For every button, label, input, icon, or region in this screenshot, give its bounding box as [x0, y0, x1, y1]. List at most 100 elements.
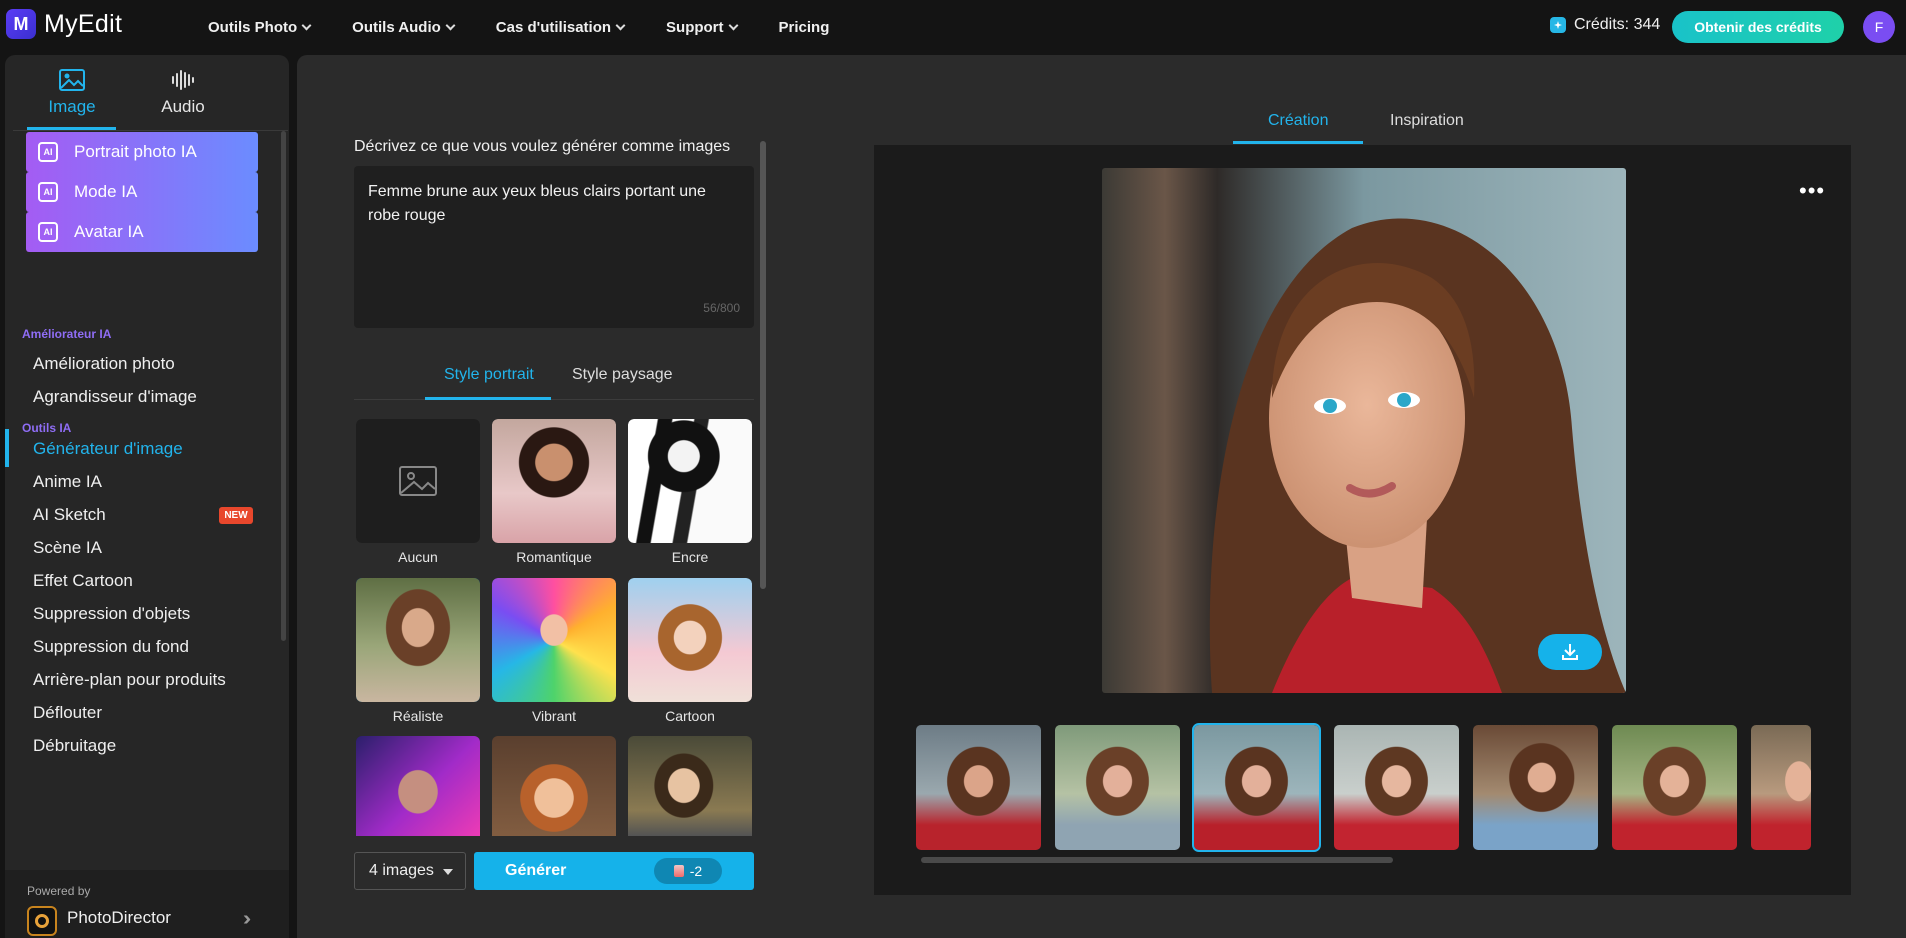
- style-label: Aucun: [398, 549, 438, 565]
- chevron-down-icon: [728, 20, 738, 30]
- result-thumbnail[interactable]: [1055, 725, 1180, 850]
- sidebar-item-scene-ia[interactable]: Scène IA: [33, 538, 102, 558]
- ai-icon: AI: [38, 222, 58, 242]
- nav-label: Cas d'utilisation: [495, 18, 612, 36]
- mode-ia-button[interactable]: AI Mode IA: [26, 172, 258, 212]
- sidebar-item-ai-sketch[interactable]: AI Sketch: [33, 505, 106, 525]
- myedit-logo-icon: M: [6, 9, 36, 39]
- style-realiste[interactable]: [356, 578, 480, 702]
- style-cartoon[interactable]: [628, 578, 752, 702]
- image-count-value: 4 images: [369, 862, 434, 879]
- nav-label: Support: [666, 18, 724, 36]
- sidebar-item-agrandisseur[interactable]: Agrandisseur d'image: [33, 387, 197, 407]
- generated-image-main[interactable]: [1102, 168, 1626, 693]
- sidebar-item-amelioration-photo[interactable]: Amélioration photo: [33, 354, 175, 374]
- photodirector-name: PhotoDirector: [67, 908, 171, 927]
- style-label: Romantique: [516, 549, 592, 565]
- sidebar-item-generateur-image[interactable]: Générateur d'image: [33, 439, 183, 459]
- style-cyberpunk-thumb[interactable]: [356, 736, 480, 836]
- style-aucun[interactable]: [356, 419, 480, 543]
- active-style-indicator: [425, 397, 551, 400]
- ai-icon: AI: [38, 142, 58, 162]
- prompt-char-count: 56/800: [703, 301, 740, 315]
- style-row-3: [356, 736, 756, 836]
- credit-cost-icon: [673, 865, 684, 877]
- download-icon: [1562, 644, 1578, 660]
- tab-audio[interactable]: Audio: [138, 69, 228, 117]
- user-avatar[interactable]: F: [1863, 11, 1895, 43]
- sidebar-item-suppression-fond[interactable]: Suppression du fond: [33, 637, 189, 657]
- style-classic-thumb[interactable]: [628, 736, 752, 836]
- powered-by-label: Powered by: [27, 884, 91, 898]
- tab-creation[interactable]: Création: [1268, 112, 1328, 130]
- image-icon: [59, 69, 85, 91]
- button-label: Mode IA: [74, 182, 138, 201]
- double-chevron-right-icon[interactable]: ›››: [243, 908, 251, 931]
- style-romantique-thumb: [492, 419, 616, 543]
- settings-scrollbar[interactable]: [760, 141, 766, 589]
- sidebar-scrollbar[interactable]: [281, 131, 286, 641]
- result-thumbnail[interactable]: [1334, 725, 1459, 850]
- generate-button[interactable]: Générer -2: [474, 852, 754, 890]
- credit-icon: [1550, 17, 1566, 33]
- myedit-logo[interactable]: M MyEdit: [6, 9, 122, 39]
- tab-inspiration[interactable]: Inspiration: [1390, 112, 1464, 130]
- sidebar-item-suppression-objets[interactable]: Suppression d'objets: [33, 604, 190, 624]
- more-options-icon[interactable]: •••: [1799, 178, 1825, 204]
- style-label: Réaliste: [392, 708, 444, 724]
- credits-label: Crédits: 344: [1574, 16, 1661, 33]
- view-tabs: Création Inspiration: [1233, 104, 1493, 144]
- get-credits-button[interactable]: Obtenir des crédits: [1672, 11, 1844, 43]
- sidebar-item-effet-cartoon[interactable]: Effet Cartoon: [33, 571, 133, 591]
- sidebar-item-anime-ia[interactable]: Anime IA: [33, 472, 102, 492]
- active-view-indicator: [1233, 141, 1363, 144]
- result-thumbnail-partial[interactable]: [1751, 725, 1811, 850]
- nav-cas-utilisation[interactable]: Cas d'utilisation: [495, 18, 626, 36]
- sidebar-item-deflouter[interactable]: Déflouter: [33, 703, 102, 723]
- photodirector-logo-icon: [27, 906, 57, 936]
- result-thumbnail[interactable]: [1612, 725, 1737, 850]
- generate-label: Générer: [505, 862, 567, 879]
- result-thumbnail[interactable]: [1473, 725, 1598, 850]
- nav-outils-photo[interactable]: Outils Photo: [208, 18, 312, 36]
- prompt-text: Femme brune aux yeux bleus clairs portan…: [368, 183, 706, 224]
- nav-label: Outils Photo: [208, 18, 298, 36]
- chevron-down-icon: [445, 20, 456, 30]
- section-ameliorateur-ia: Améliorateur IA: [22, 327, 112, 341]
- image-count-select[interactable]: 4 images: [354, 852, 466, 890]
- avatar-ia-button[interactable]: AI Avatar IA: [26, 212, 258, 252]
- result-thumbnail-selected[interactable]: [1192, 723, 1321, 852]
- nav-outils-audio[interactable]: Outils Audio: [352, 19, 456, 36]
- style-encre-thumb: [628, 419, 752, 543]
- nav-pricing[interactable]: Pricing: [779, 19, 830, 36]
- prompt-label: Décrivez ce que vous voulez générer comm…: [354, 138, 731, 155]
- style-encre[interactable]: [628, 419, 752, 543]
- sidebar-tabs: Image Audio: [13, 55, 288, 131]
- portrait-photo-ia-button[interactable]: AI Portrait photo IA: [26, 132, 258, 172]
- style-3d-thumb[interactable]: [492, 736, 616, 836]
- active-tab-indicator: [27, 127, 116, 130]
- sidebar-item-debruitage[interactable]: Débruitage: [33, 736, 116, 756]
- download-button[interactable]: [1538, 634, 1602, 670]
- tab-label: Image: [48, 97, 96, 116]
- style-realiste-thumb: [356, 578, 480, 702]
- sidebar: Image Audio AI Portrait photo IA AI Mode I…: [5, 55, 289, 938]
- style-cartoon-thumb: [628, 578, 752, 702]
- tab-style-paysage[interactable]: Style paysage: [572, 366, 673, 384]
- credits-display[interactable]: Crédits: 344: [1550, 16, 1660, 34]
- style-romantique[interactable]: [492, 419, 616, 543]
- sidebar-item-arriere-plan[interactable]: Arrière-plan pour produits: [33, 670, 226, 690]
- tab-image[interactable]: Image: [27, 69, 117, 117]
- result-thumbnail[interactable]: [916, 725, 1041, 850]
- nav-label: Pricing: [778, 18, 830, 36]
- nav-support[interactable]: Support: [666, 18, 738, 36]
- prompt-textarea[interactable]: Femme brune aux yeux bleus clairs portan…: [354, 166, 754, 328]
- style-vibrant[interactable]: [492, 578, 616, 702]
- style-label: Vibrant: [531, 708, 577, 724]
- new-badge: NEW: [219, 507, 253, 524]
- image-placeholder-icon: [399, 466, 437, 496]
- generate-cost: -2: [654, 858, 722, 884]
- thumbnail-scrollbar[interactable]: [921, 857, 1393, 863]
- tab-style-portrait[interactable]: Style portrait: [444, 366, 534, 384]
- powered-by-bar[interactable]: Powered by PhotoDirector ›››: [5, 870, 289, 938]
